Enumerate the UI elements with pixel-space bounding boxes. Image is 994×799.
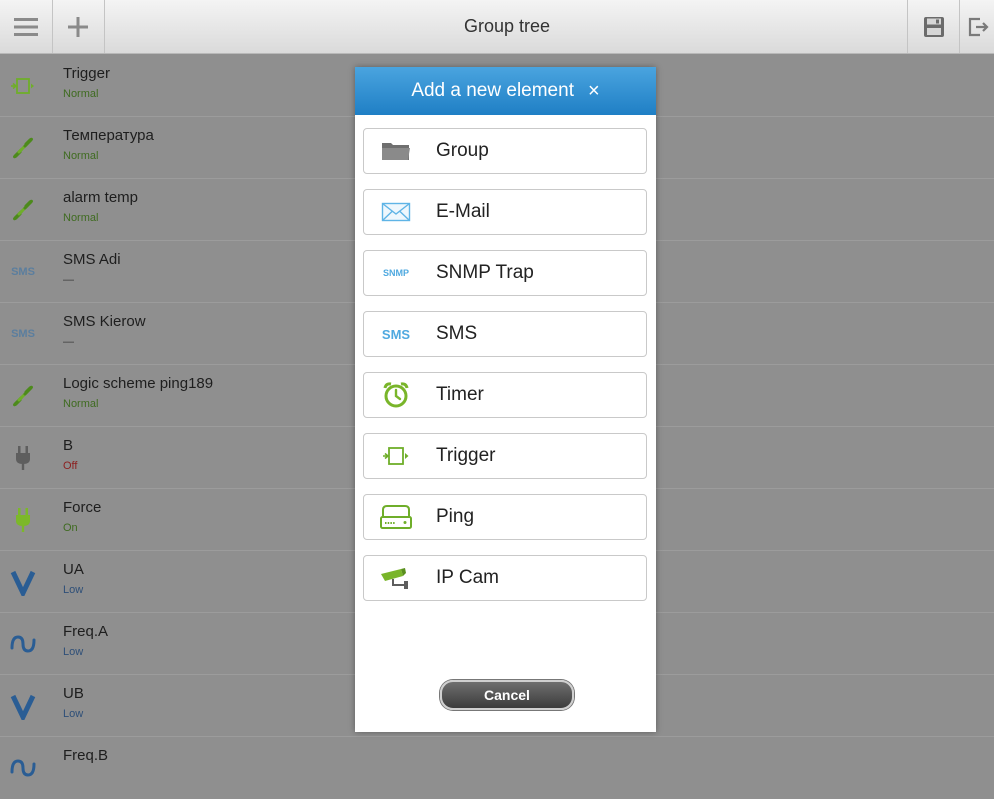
item-status: Off bbox=[63, 460, 78, 472]
option-ping[interactable]: Ping bbox=[363, 494, 647, 540]
option-label: E-Mail bbox=[436, 201, 490, 222]
item-name: Freq.B bbox=[63, 747, 109, 764]
list-item[interactable]: Freq.B bbox=[0, 737, 994, 799]
link-icon bbox=[0, 117, 46, 178]
option-label: SMS bbox=[436, 323, 478, 344]
option-label: SNMP Trap bbox=[436, 262, 534, 283]
voltage-icon bbox=[0, 675, 46, 736]
option-label: Trigger bbox=[436, 445, 496, 466]
close-icon[interactable]: × bbox=[588, 80, 600, 103]
dialog-header: Add a new element × bbox=[355, 67, 656, 115]
option-group[interactable]: Group bbox=[363, 128, 647, 174]
alarm-clock-icon bbox=[374, 373, 418, 417]
plug-icon bbox=[0, 427, 46, 488]
logout-icon bbox=[968, 17, 989, 36]
floppy-save-icon bbox=[924, 16, 944, 37]
item-status: Normal bbox=[63, 150, 99, 162]
exit-button[interactable] bbox=[959, 0, 994, 53]
option-trigger[interactable]: Trigger bbox=[363, 433, 647, 479]
trigger-icon bbox=[374, 434, 418, 478]
item-status: Low bbox=[63, 708, 84, 720]
camera-icon bbox=[374, 556, 418, 600]
add-element-dialog: Add a new element × Group E-Mail SNMP SN… bbox=[355, 67, 656, 732]
plug-icon bbox=[0, 489, 46, 550]
link-icon bbox=[0, 365, 46, 426]
option-snmp-trap[interactable]: SNMP SNMP Trap bbox=[363, 250, 647, 296]
option-label: Timer bbox=[436, 384, 484, 405]
item-name: Trigger bbox=[63, 65, 110, 82]
item-status: Normal bbox=[63, 88, 99, 100]
snmp-icon: SNMP bbox=[382, 268, 409, 278]
hamburger-menu-icon bbox=[14, 17, 38, 36]
add-button[interactable] bbox=[52, 0, 105, 53]
item-name: Freq.A bbox=[63, 623, 109, 640]
item-name: Force bbox=[63, 499, 102, 516]
item-name: UB bbox=[63, 685, 84, 702]
item-name: Logic scheme ping189 bbox=[63, 375, 214, 392]
item-status: Low bbox=[63, 646, 84, 658]
item-name: UA bbox=[63, 561, 84, 578]
item-name: SMS Kierow bbox=[63, 313, 146, 330]
item-status: Normal bbox=[63, 398, 99, 410]
sms-icon: SMS bbox=[11, 327, 35, 340]
option-sms[interactable]: SMS SMS bbox=[363, 311, 647, 357]
option-ip-cam[interactable]: IP Cam bbox=[363, 555, 647, 601]
envelope-icon bbox=[374, 190, 418, 234]
option-label: Ping bbox=[436, 506, 475, 527]
item-status: — bbox=[63, 336, 74, 348]
link-icon bbox=[0, 179, 46, 240]
menu-button[interactable] bbox=[0, 0, 53, 53]
folder-icon bbox=[374, 129, 418, 173]
voltage-icon bbox=[0, 551, 46, 612]
frequency-icon bbox=[0, 613, 46, 674]
trigger-icon bbox=[0, 55, 46, 116]
dialog-title: Add a new element bbox=[411, 80, 574, 101]
item-name: Температура bbox=[63, 127, 154, 144]
item-name: alarm temp bbox=[63, 189, 139, 206]
option-label: Group bbox=[436, 140, 489, 161]
frequency-icon bbox=[0, 737, 46, 798]
item-status: On bbox=[63, 522, 78, 534]
cancel-button[interactable]: Cancel bbox=[440, 680, 574, 710]
item-status: Normal bbox=[63, 212, 99, 224]
ping-device-icon bbox=[374, 495, 418, 539]
plus-icon bbox=[68, 16, 88, 37]
option-email[interactable]: E-Mail bbox=[363, 189, 647, 235]
sms-icon: SMS bbox=[11, 265, 35, 278]
sms-icon: SMS bbox=[381, 326, 411, 342]
item-status: Low bbox=[63, 584, 84, 596]
top-bar: Group tree bbox=[0, 0, 994, 54]
save-button[interactable] bbox=[907, 0, 960, 53]
item-status: — bbox=[63, 274, 74, 286]
page-title: Group tree bbox=[463, 16, 551, 36]
option-timer[interactable]: Timer bbox=[363, 372, 647, 418]
item-name: B bbox=[63, 437, 74, 454]
item-name: SMS Adi bbox=[63, 251, 121, 268]
option-label: IP Cam bbox=[436, 567, 500, 588]
